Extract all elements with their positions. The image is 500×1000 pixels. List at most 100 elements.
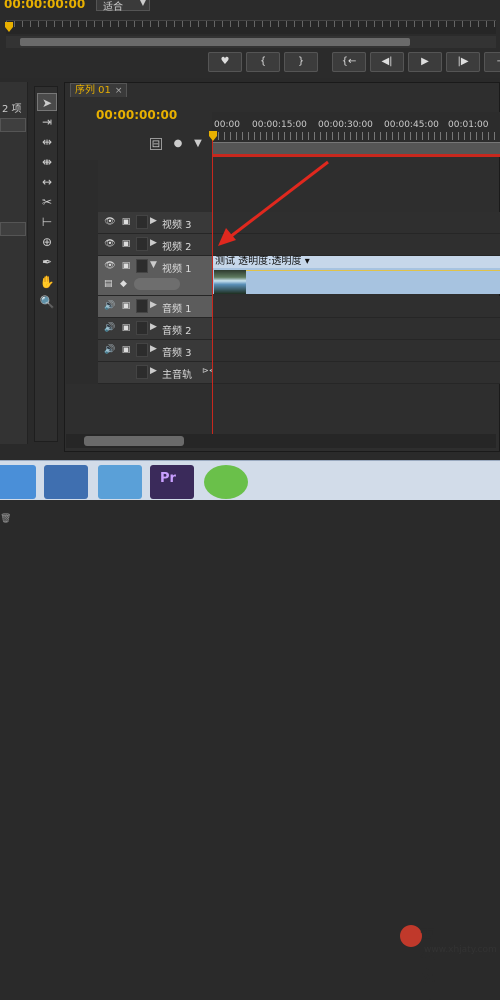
trash-icon[interactable]: 🗑 [0,514,11,524]
selection-tool-icon[interactable]: ➤ [37,93,57,111]
monitor-time-ruler[interactable] [6,20,496,34]
marker-icon[interactable]: ● [172,138,184,150]
keyframe-icon[interactable]: ◆ [120,279,127,289]
lock-toggle[interactable] [136,299,148,313]
monitor-scrollbar[interactable] [20,38,410,46]
watermark-url: www.xhjaty.com [424,945,497,955]
fit-dropdown[interactable]: 适合 ▼ [96,0,150,13]
track-name: 视频 1 [162,264,192,275]
expand-triangle-icon[interactable]: ▶ [150,344,157,354]
zoom-tool-icon[interactable]: 🔍 [37,293,57,311]
expand-triangle-icon[interactable]: ▶ [150,322,157,332]
film-icon[interactable]: ▣ [120,301,132,311]
clip-label[interactable]: 测试 透明度:透明度 ▾ [213,256,500,268]
lock-toggle[interactable] [136,259,148,273]
lock-toggle[interactable] [136,321,148,335]
project-list-header[interactable] [0,222,26,236]
snap-icon[interactable]: ⊟ [150,138,162,150]
go-to-in-button[interactable]: {← [332,52,366,72]
timeline-scrollbar[interactable] [84,436,184,446]
playhead-icon[interactable] [209,131,217,141]
track-area-audio2[interactable] [213,318,500,340]
lock-toggle[interactable] [136,215,148,229]
expand-triangle-icon[interactable]: ▶ [150,216,157,226]
track-header-audio3[interactable]: 🔊 ▣ ▶ 音频 3 [98,340,212,362]
monitor-timecode[interactable]: 00:00:00:00 [4,0,85,11]
mark-in-button[interactable]: { [246,52,280,72]
track-name: 音频 2 [162,326,192,337]
track-select-tool-icon[interactable]: ⇥ [37,113,57,131]
track-area-video2[interactable] [213,234,500,256]
eye-icon[interactable]: 👁 [104,261,116,271]
add-marker-button[interactable]: ♥ [208,52,242,72]
opacity-rubberband[interactable] [246,270,500,271]
track-header-audio2[interactable]: 🔊 ▣ ▶ 音频 2 [98,318,212,340]
step-back-button[interactable]: ◀| [370,52,404,72]
browser-icon[interactable] [98,465,142,499]
display-style-icon[interactable]: ▤ [104,279,113,289]
step-forward-button[interactable]: |▶ [446,52,480,72]
track-header-video3[interactable]: 👁 ▣ ▶ 视频 3 [98,212,212,234]
speaker-icon[interactable]: 🔊 [104,323,116,333]
collapse-triangle-icon[interactable]: ▼ [150,260,157,270]
rate-stretch-tool-icon[interactable]: ↔ [37,173,57,191]
monitor-playhead-icon[interactable] [5,22,13,32]
fit-dropdown-label: 适合 [103,2,123,13]
film-icon[interactable]: ▣ [120,217,132,227]
ruler-label: 00:00 [214,120,240,130]
film-icon[interactable]: ▣ [120,345,132,355]
rolling-edit-tool-icon[interactable]: ⇼ [37,153,57,171]
eye-icon[interactable]: 👁 [104,239,116,249]
track-name: 主音轨 [162,370,192,381]
media-player-icon[interactable] [44,465,88,499]
set-marker-icon[interactable]: ▼ [192,138,204,150]
lock-toggle[interactable] [136,237,148,251]
render-bar [212,154,500,157]
track-header-master[interactable]: ▶ 主音轨 ⊳⊲ [98,362,215,384]
project-panel: 2 项 🗑 [0,82,28,524]
mark-out-button[interactable]: } [284,52,318,72]
keyframe-navigator[interactable] [134,278,180,290]
slip-tool-icon[interactable]: ⊢ [37,213,57,231]
track-area-master[interactable] [213,362,500,384]
expand-triangle-icon[interactable]: ▶ [150,366,157,376]
premiere-icon[interactable]: Pr [150,465,194,499]
project-dropdown[interactable] [0,118,26,132]
play-button[interactable]: ▶ [408,52,442,72]
sequence-timecode[interactable]: 00:00:00:00 [96,108,177,122]
eye-icon[interactable]: 👁 [104,217,116,227]
hand-tool-icon[interactable]: ✋ [37,273,57,291]
film-icon[interactable]: ▣ [120,323,132,333]
watermark-title: 雪花家园 [420,925,436,1000]
item-count: 2 项 [2,104,22,115]
expand-triangle-icon[interactable]: ▶ [150,238,157,248]
lock-toggle[interactable] [136,365,148,379]
work-area-bar[interactable] [212,142,500,154]
ruler-label: 00:00:30:00 [318,120,373,130]
start-icon[interactable] [0,465,36,499]
ripple-edit-tool-icon[interactable]: ⇹ [37,133,57,151]
speaker-icon[interactable]: 🔊 [104,345,116,355]
film-icon[interactable]: ▣ [120,239,132,249]
app-icon[interactable] [204,465,248,499]
lock-toggle[interactable] [136,343,148,357]
speaker-icon[interactable]: 🔊 [104,301,116,311]
pen-tool-icon[interactable]: ✒ [37,253,57,271]
track-area-audio1[interactable] [213,296,500,318]
track-header-audio1[interactable]: 🔊 ▣ ▶ 音频 1 [98,296,212,318]
track-area-video3[interactable] [213,212,500,234]
track-name: 音频 1 [162,304,192,315]
tab-sequence-01[interactable]: 序列 01 × [70,83,128,97]
expand-triangle-icon[interactable]: ▶ [150,300,157,310]
film-icon[interactable]: ▣ [120,261,132,271]
chevron-down-icon: ▼ [139,0,146,7]
watermark-logo-icon [400,925,422,947]
playhead-line[interactable] [212,132,213,434]
close-icon[interactable]: × [115,86,123,96]
track-header-video2[interactable]: 👁 ▣ ▶ 视频 2 [98,234,212,256]
track-header-video1[interactable]: 👁 ▣ ▼ 视频 1 ▤ ◆ [98,256,212,296]
track-area-audio3[interactable] [213,340,500,362]
razor-tool-icon[interactable]: ✂ [37,193,57,211]
go-to-out-button[interactable]: → [484,52,500,72]
slide-tool-icon[interactable]: ⊕ [37,233,57,251]
